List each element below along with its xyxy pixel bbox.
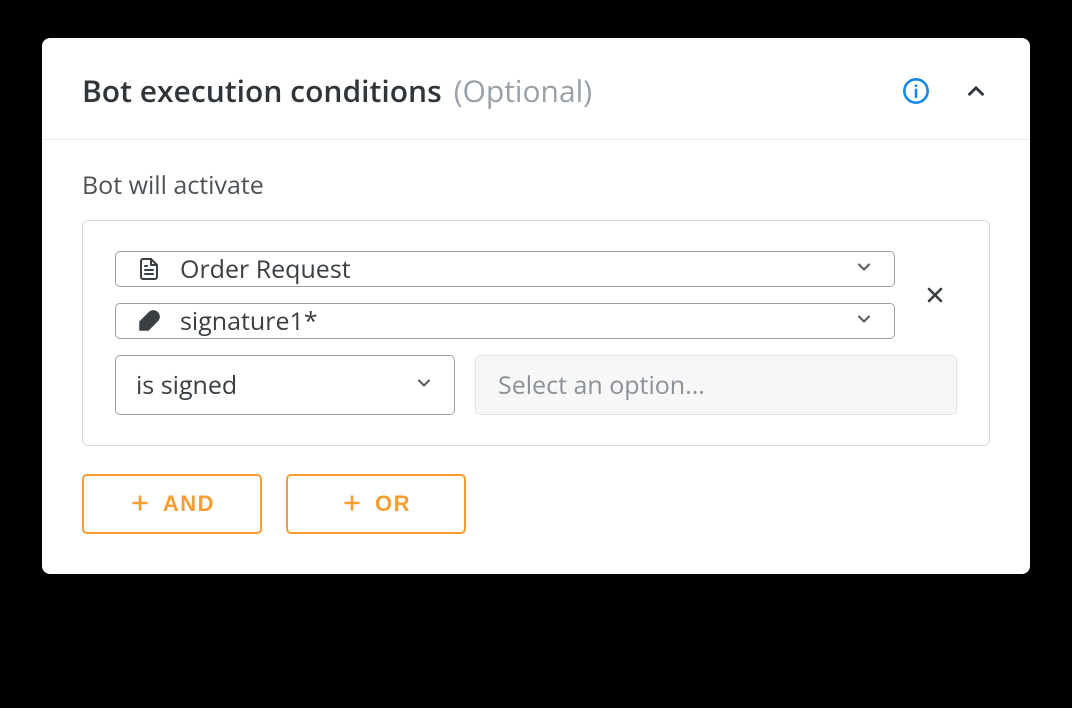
panel-title: Bot execution conditions (82, 70, 442, 111)
operator-select-value: is signed (136, 368, 414, 402)
add-and-button[interactable]: AND (82, 474, 262, 534)
panel-header: Bot execution conditions (Optional) (42, 38, 1030, 140)
chevron-down-icon (854, 309, 874, 334)
chevron-down-icon (854, 257, 874, 282)
and-label: AND (163, 491, 215, 517)
section-label: Bot will activate (82, 168, 990, 202)
value-select-placeholder: Select an option... (498, 368, 705, 402)
chevron-down-icon (414, 373, 434, 398)
panel-body: Bot will activate Order Request (42, 140, 1030, 574)
field-select-value: signature1* (180, 304, 854, 338)
collapse-chevron-up-icon[interactable] (962, 77, 990, 105)
plus-icon (341, 492, 363, 517)
document-select-value: Order Request (180, 252, 854, 286)
document-icon (136, 256, 162, 282)
operator-button-row: AND OR (82, 474, 990, 534)
remove-condition-button[interactable] (913, 273, 957, 317)
or-label: OR (375, 491, 411, 517)
info-icon[interactable] (902, 77, 930, 105)
document-select[interactable]: Order Request (115, 251, 895, 287)
add-or-button[interactable]: OR (286, 474, 466, 534)
feather-icon (136, 308, 162, 334)
conditions-panel: Bot execution conditions (Optional) Bot … (42, 38, 1030, 574)
condition-group: Order Request signature1* (82, 220, 990, 446)
operator-select[interactable]: is signed (115, 355, 455, 415)
field-select[interactable]: signature1* (115, 303, 895, 339)
value-select: Select an option... (475, 355, 957, 415)
plus-icon (129, 492, 151, 517)
panel-optional-label: (Optional) (454, 70, 592, 111)
